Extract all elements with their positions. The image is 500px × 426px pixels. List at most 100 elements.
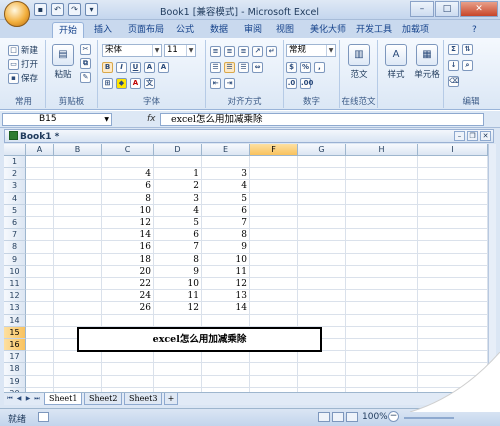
workbook-close-button[interactable]: ✕ [480, 131, 491, 141]
cell-e6[interactable]: 7 [202, 217, 250, 229]
increase-indent-icon[interactable]: ⇥ [224, 78, 235, 89]
row-header-7[interactable]: 7 [4, 229, 26, 242]
tab-formulas[interactable]: 公式 [170, 22, 200, 38]
format-painter-button[interactable]: ✎ [80, 72, 91, 83]
open-button[interactable]: ▭ 打开 [8, 58, 38, 70]
tab-addins[interactable]: 加载项 [396, 22, 435, 38]
row-header-16[interactable]: 16 [4, 339, 26, 352]
clear-icon[interactable]: ⌫ [448, 76, 459, 87]
zoom-out-icon[interactable]: − [388, 411, 399, 422]
save-icon[interactable]: ▪ [34, 3, 47, 16]
column-header-b[interactable]: B [54, 144, 102, 156]
template-button[interactable]: ▥ 范文 [344, 44, 374, 80]
align-bottom-icon[interactable]: ≡ [238, 46, 249, 57]
fill-icon[interactable]: ↓ [448, 60, 459, 71]
wrap-text-icon[interactable]: ↵ [266, 46, 277, 57]
number-format-select[interactable]: 常规 ▼ [286, 44, 336, 57]
new-button[interactable]: □ 新建 [8, 44, 38, 56]
align-right-icon[interactable]: ☰ [238, 62, 249, 73]
cell-d3[interactable]: 2 [154, 180, 202, 192]
orientation-icon[interactable]: ↗ [252, 46, 263, 57]
cell-c11[interactable]: 22 [102, 278, 154, 290]
font-color-icon[interactable]: A [130, 78, 141, 89]
row-header-10[interactable]: 10 [4, 265, 26, 278]
column-header-a[interactable]: A [26, 144, 54, 156]
row-header-14[interactable]: 14 [4, 314, 26, 327]
insert-function-icon[interactable]: fx [147, 114, 156, 124]
align-left-icon[interactable]: ☰ [210, 62, 221, 73]
row-header-2[interactable]: 2 [4, 168, 26, 181]
column-header-i[interactable]: I [418, 144, 488, 156]
page-break-view-icon[interactable] [346, 412, 358, 422]
autosum-icon[interactable]: Σ [448, 44, 459, 55]
column-header-h[interactable]: H [346, 144, 418, 156]
office-button[interactable] [4, 1, 30, 27]
cell-e9[interactable]: 10 [202, 254, 250, 266]
cell-e11[interactable]: 12 [202, 278, 250, 290]
cell-d11[interactable]: 10 [154, 278, 202, 290]
column-header-c[interactable]: C [102, 144, 154, 156]
customize-qat-icon[interactable]: ▾ [85, 3, 98, 16]
row-header-15[interactable]: 15 [4, 326, 26, 339]
cell-c6[interactable]: 12 [102, 217, 154, 229]
insert-sheet-icon[interactable]: + [164, 393, 178, 405]
tab-page-layout[interactable]: 页面布局 [122, 22, 170, 38]
column-header-e[interactable]: E [202, 144, 250, 156]
cell-d9[interactable]: 8 [154, 254, 202, 266]
row-header-3[interactable]: 3 [4, 180, 26, 193]
cell-e12[interactable]: 13 [202, 290, 250, 302]
cell-c3[interactable]: 6 [102, 180, 154, 192]
shrink-font-icon[interactable]: A [158, 62, 169, 73]
cell-d6[interactable]: 5 [154, 217, 202, 229]
fill-color-icon[interactable]: ◆ [116, 78, 127, 89]
comma-icon[interactable]: , [314, 62, 325, 73]
merged-cell-b15[interactable]: excel怎么用加减乘除 [77, 326, 322, 353]
maximize-button[interactable]: □ [435, 1, 459, 17]
phonetic-icon[interactable]: 文 [144, 78, 155, 89]
undo-icon[interactable]: ↶ [51, 3, 64, 16]
decrease-indent-icon[interactable]: ⇤ [210, 78, 221, 89]
percent-icon[interactable]: % [300, 62, 311, 73]
cut-button[interactable]: ✂ [80, 44, 91, 55]
cell-c9[interactable]: 18 [102, 254, 154, 266]
sort-filter-icon[interactable]: ⇅ [462, 44, 473, 55]
underline-icon[interactable]: U [130, 62, 141, 73]
cell-c12[interactable]: 24 [102, 290, 154, 302]
cell-d12[interactable]: 11 [154, 290, 202, 302]
align-top-icon[interactable]: ≡ [210, 46, 221, 57]
cell-d7[interactable]: 6 [154, 229, 202, 241]
workbook-minimize-button[interactable]: – [454, 131, 465, 141]
merge-center-icon[interactable]: ⇔ [252, 62, 263, 73]
row-header-4[interactable]: 4 [4, 192, 26, 205]
font-size-select[interactable]: 11 ▼ [164, 44, 196, 57]
tab-view[interactable]: 视图 [270, 22, 300, 38]
row-header-13[interactable]: 13 [4, 302, 26, 315]
name-box[interactable]: B15 ▼ [2, 113, 112, 126]
row-header-6[interactable]: 6 [4, 217, 26, 230]
row-header-9[interactable]: 9 [4, 253, 26, 266]
paste-button[interactable]: ▤ 粘贴 [50, 44, 76, 80]
cell-e10[interactable]: 11 [202, 266, 250, 278]
cell-e13[interactable]: 14 [202, 302, 250, 314]
redo-icon[interactable]: ↷ [68, 3, 81, 16]
row-header-5[interactable]: 5 [4, 204, 26, 217]
last-sheet-icon[interactable]: ⏭ [33, 394, 41, 404]
cell-c10[interactable]: 20 [102, 266, 154, 278]
italic-icon[interactable]: I [116, 62, 127, 73]
cell-e3[interactable]: 4 [202, 180, 250, 192]
cell-d10[interactable]: 9 [154, 266, 202, 278]
tab-insert[interactable]: 插入 [88, 22, 118, 38]
first-sheet-icon[interactable]: ⏮ [6, 394, 14, 404]
macro-record-icon[interactable] [38, 412, 49, 422]
cell-d2[interactable]: 1 [154, 168, 202, 180]
row-header-8[interactable]: 8 [4, 241, 26, 254]
column-header-d[interactable]: D [154, 144, 202, 156]
row-header-11[interactable]: 11 [4, 278, 26, 291]
increase-decimal-icon[interactable]: .0 [286, 78, 297, 89]
tab-data[interactable]: 数据 [204, 22, 234, 38]
next-sheet-icon[interactable]: ▶ [24, 394, 32, 404]
decrease-decimal-icon[interactable]: .00 [300, 78, 313, 89]
row-header-17[interactable]: 17 [4, 351, 26, 364]
cell-c13[interactable]: 26 [102, 302, 154, 314]
row-header-19[interactable]: 19 [4, 375, 26, 388]
